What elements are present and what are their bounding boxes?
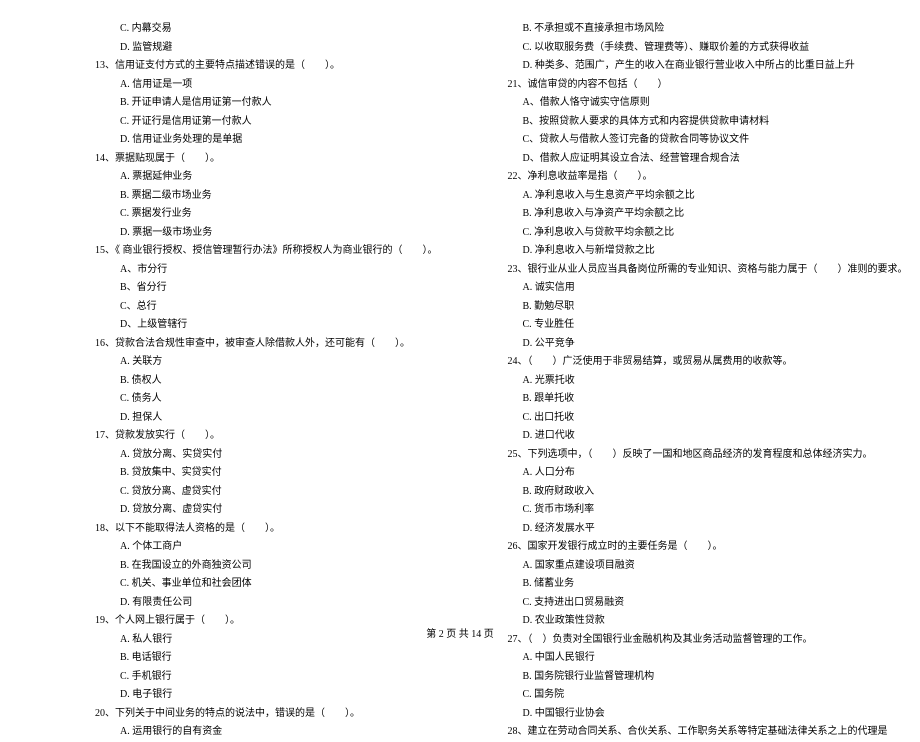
q26-opt-b: B. 储蓄业务 bbox=[508, 575, 908, 594]
q16-opt-d: D. 担保人 bbox=[95, 409, 438, 428]
q13-opt-d: D. 信用证业务处理的是单据 bbox=[95, 131, 438, 150]
q21-opt-d: D、借款人应证明其设立合法、经营管理合规合法 bbox=[508, 150, 908, 169]
q21-opt-a: A、借款人恪守诚实守信原则 bbox=[508, 94, 908, 113]
q23-opt-d: D. 公平竞争 bbox=[508, 335, 908, 354]
q13-opt-b: B. 开证申请人是信用证第一付款人 bbox=[95, 94, 438, 113]
q23-opt-b: B. 勤勉尽职 bbox=[508, 298, 908, 317]
question-22: 22、净利息收益率是指（ ）。 bbox=[508, 168, 908, 187]
q15-opt-c: C、总行 bbox=[95, 298, 438, 317]
option-d: D. 监管规避 bbox=[95, 39, 438, 58]
q13-opt-c: C. 开证行是信用证第一付款人 bbox=[95, 113, 438, 132]
question-17: 17、贷款发放实行（ ）。 bbox=[95, 427, 438, 446]
q18-opt-b: B. 在我国设立的外商独资公司 bbox=[95, 557, 438, 576]
page-content: C. 内幕交易 D. 监管规避 13、信用证支付方式的主要特点描述错误的是（ ）… bbox=[0, 0, 920, 620]
question-24: 24、（ ）广泛使用于非贸易结算，或贸易从属费用的收款等。 bbox=[508, 353, 908, 372]
q22-opt-b: B. 净利息收入与净资产平均余额之比 bbox=[508, 205, 908, 224]
q17-opt-c: C. 贷放分离、虚贷实付 bbox=[95, 483, 438, 502]
q20-opt-a: A. 运用银行的自有资金 bbox=[95, 723, 438, 742]
q19-opt-c: C. 手机银行 bbox=[95, 668, 438, 687]
right-column: B. 不承担或不直接承担市场风险 C. 以收取服务费（手续费、管理费等）、赚取价… bbox=[508, 20, 908, 620]
q19-opt-d: D. 电子银行 bbox=[95, 686, 438, 705]
q23-opt-c: C. 专业胜任 bbox=[508, 316, 908, 335]
left-column: C. 内幕交易 D. 监管规避 13、信用证支付方式的主要特点描述错误的是（ ）… bbox=[95, 20, 438, 620]
q26-opt-c: C. 支持进出口贸易融资 bbox=[508, 594, 908, 613]
q20-opt-b: B. 不承担或不直接承担市场风险 bbox=[508, 20, 908, 39]
question-13: 13、信用证支付方式的主要特点描述错误的是（ ）。 bbox=[95, 57, 438, 76]
q17-opt-b: B. 贷放集中、实贷实付 bbox=[95, 464, 438, 483]
q21-opt-b: B、按照贷款人要求的具体方式和内容提供贷款申请材料 bbox=[508, 113, 908, 132]
q14-opt-a: A. 票据延伸业务 bbox=[95, 168, 438, 187]
q27-opt-c: C. 国务院 bbox=[508, 686, 908, 705]
q22-opt-a: A. 净利息收入与生息资产平均余额之比 bbox=[508, 187, 908, 206]
q25-opt-c: C. 货币市场利率 bbox=[508, 501, 908, 520]
question-14: 14、票据贴现属于（ ）。 bbox=[95, 150, 438, 169]
q18-opt-c: C. 机关、事业单位和社会团体 bbox=[95, 575, 438, 594]
q24-opt-c: C. 出口托收 bbox=[508, 409, 908, 428]
q20-opt-d: D. 种类多、范围广，产生的收入在商业银行营业收入中所占的比重日益上升 bbox=[508, 57, 908, 76]
q15-opt-d: D、上级管辖行 bbox=[95, 316, 438, 335]
q15-opt-a: A、市分行 bbox=[95, 261, 438, 280]
q20-opt-c: C. 以收取服务费（手续费、管理费等）、赚取价差的方式获得收益 bbox=[508, 39, 908, 58]
question-21: 21、诚信审贷的内容不包括（ ） bbox=[508, 76, 908, 95]
q23-opt-a: A. 诚实信用 bbox=[508, 279, 908, 298]
q22-opt-c: C. 净利息收入与贷款平均余额之比 bbox=[508, 224, 908, 243]
question-28: 28、建立在劳动合同关系、合伙关系、工作职务关系等特定基础法律关系之上的代理是 bbox=[508, 723, 908, 742]
q17-opt-a: A. 贷放分离、实贷实付 bbox=[95, 446, 438, 465]
q16-opt-b: B. 债权人 bbox=[95, 372, 438, 391]
option-c: C. 内幕交易 bbox=[95, 20, 438, 39]
q16-opt-c: C. 债务人 bbox=[95, 390, 438, 409]
q15-opt-b: B、省分行 bbox=[95, 279, 438, 298]
q24-opt-b: B. 跟单托收 bbox=[508, 390, 908, 409]
q24-opt-a: A. 光票托收 bbox=[508, 372, 908, 391]
question-25: 25、下列选项中，（ ）反映了一国和地区商品经济的发育程度和总体经济实力。 bbox=[508, 446, 908, 465]
question-20: 20、下列关于中间业务的特点的说法中，错误的是（ ）。 bbox=[95, 705, 438, 724]
q22-opt-d: D. 净利息收入与新增贷款之比 bbox=[508, 242, 908, 261]
q18-opt-d: D. 有限责任公司 bbox=[95, 594, 438, 613]
q25-opt-a: A. 人口分布 bbox=[508, 464, 908, 483]
q27-opt-d: D. 中国银行业协会 bbox=[508, 705, 908, 724]
q27-opt-b: B. 国务院银行业监督管理机构 bbox=[508, 668, 908, 687]
q25-opt-d: D. 经济发展水平 bbox=[508, 520, 908, 539]
q14-opt-c: C. 票据发行业务 bbox=[95, 205, 438, 224]
question-23: 23、银行业从业人员应当具备岗位所需的专业知识、资格与能力属于（ ）准则的要求。 bbox=[508, 261, 908, 280]
question-18: 18、以下不能取得法人资格的是（ ）。 bbox=[95, 520, 438, 539]
q24-opt-d: D. 进口代收 bbox=[508, 427, 908, 446]
question-15: 15、《 商业银行授权、授信管理暂行办法》所称授权人为商业银行的（ ）。 bbox=[95, 242, 438, 261]
q19-opt-b: B. 电话银行 bbox=[95, 649, 438, 668]
q26-opt-a: A. 国家重点建设项目融资 bbox=[508, 557, 908, 576]
q21-opt-c: C、贷款人与借款人签订完备的贷款合同等协议文件 bbox=[508, 131, 908, 150]
q14-opt-b: B. 票据二级市场业务 bbox=[95, 187, 438, 206]
question-16: 16、贷款合法合规性审查中，被审查人除借款人外，还可能有（ ）。 bbox=[95, 335, 438, 354]
q17-opt-d: D. 贷放分离、虚贷实付 bbox=[95, 501, 438, 520]
page-footer: 第 2 页 共 14 页 bbox=[0, 625, 920, 640]
q14-opt-d: D. 票据一级市场业务 bbox=[95, 224, 438, 243]
q27-opt-a: A. 中国人民银行 bbox=[508, 649, 908, 668]
question-26: 26、国家开发银行成立时的主要任务是（ ）。 bbox=[508, 538, 908, 557]
q25-opt-b: B. 政府财政收入 bbox=[508, 483, 908, 502]
q13-opt-a: A. 信用证是一项 bbox=[95, 76, 438, 95]
q18-opt-a: A. 个体工商户 bbox=[95, 538, 438, 557]
q16-opt-a: A. 关联方 bbox=[95, 353, 438, 372]
